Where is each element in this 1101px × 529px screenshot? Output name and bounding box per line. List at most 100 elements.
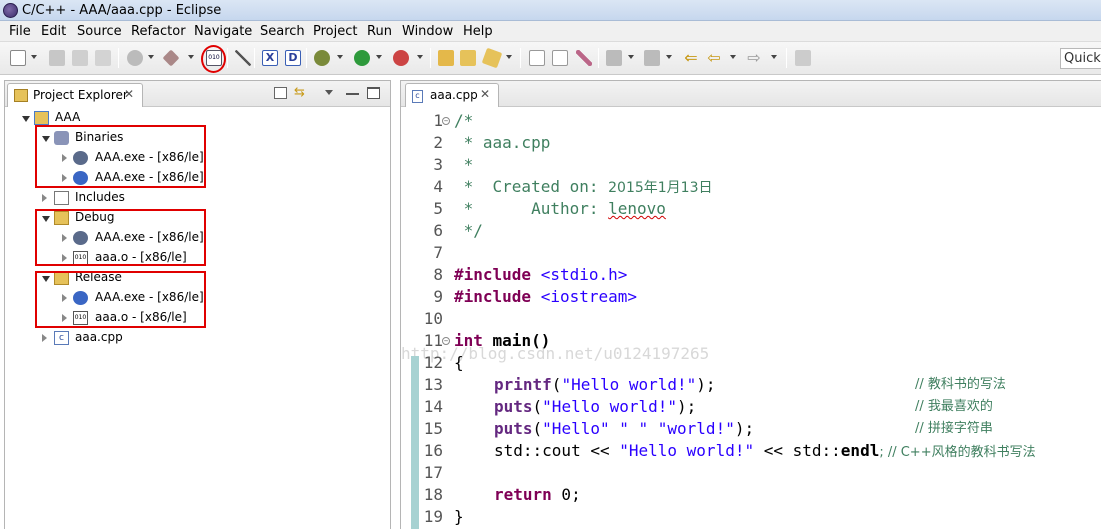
chevron-down-icon[interactable] (666, 55, 672, 59)
back-arrow-icon[interactable]: ⇦ (706, 50, 722, 66)
view-menu-icon[interactable] (325, 90, 333, 95)
collapse-all-icon[interactable] (274, 87, 287, 99)
cpp-file-icon: c (412, 90, 423, 103)
open-folder-icon[interactable] (438, 50, 454, 66)
chevron-down-icon[interactable] (337, 55, 343, 59)
code-line: #include <stdio.h> (454, 264, 627, 286)
line-number: 4 (433, 177, 443, 196)
debug-bug-icon[interactable] (314, 50, 330, 66)
toggle-mark-icon[interactable] (529, 50, 545, 66)
chevron-down-icon[interactable] (628, 55, 634, 59)
tab-project-explorer[interactable]: Project Explorer ✕ (7, 83, 143, 107)
code-line: /* (454, 111, 474, 130)
code-line: puts("Hello world!"); (494, 396, 696, 418)
fold-collapse-icon[interactable]: − (442, 337, 450, 345)
chevron-down-icon[interactable] (771, 55, 777, 59)
prev-annotation-icon[interactable] (644, 50, 660, 66)
code-string: "Hello" " " "world!" (542, 419, 735, 438)
minimize-icon[interactable] (346, 87, 359, 95)
collapse-arrow-icon[interactable] (42, 334, 47, 342)
project-tree: AAA Binaries AAA.exe - [x86/le] AAA.exe … (5, 107, 390, 529)
dtd-file-icon[interactable]: D (285, 50, 301, 66)
line-number: 9 (433, 287, 443, 306)
eclipse-window: C/C++ - AAA/aaa.cpp - Eclipse File Edit … (0, 0, 1101, 529)
code-editor[interactable]: http://blog.csdn.net/u0124197265 1 2 3 4… (401, 108, 1101, 529)
last-edit-icon[interactable]: ⇐ (683, 50, 699, 66)
chevron-down-icon[interactable] (148, 55, 154, 59)
save-all-icon[interactable] (72, 50, 88, 66)
menu-window[interactable]: Window (402, 24, 453, 39)
line-number: 17 (423, 463, 443, 482)
tab-aaa-cpp[interactable]: c aaa.cpp ✕ (405, 83, 499, 107)
chevron-down-icon[interactable] (31, 55, 37, 59)
save-icon[interactable] (49, 50, 65, 66)
menu-search[interactable]: Search (260, 24, 305, 39)
line-number: 18 (423, 485, 443, 504)
line-number: 6 (433, 221, 443, 240)
run-play-icon[interactable] (354, 50, 370, 66)
pin-editor-icon[interactable] (795, 50, 811, 66)
toolbar-separator (306, 48, 307, 68)
collapse-arrow-icon[interactable] (42, 194, 47, 202)
code-stream: << std:: (754, 441, 841, 460)
toggle-block-icon[interactable] (552, 50, 568, 66)
main-toolbar: 010 X D ⇐ ⇦ ⇨ (0, 42, 1101, 75)
tree-item-label: aaa.cpp (75, 330, 123, 344)
code-include-path: <iostream> (531, 287, 638, 306)
next-annotation-icon[interactable] (606, 50, 622, 66)
code-keyword: return (494, 485, 552, 504)
print-icon[interactable] (95, 50, 111, 66)
external-tools-icon[interactable] (393, 50, 409, 66)
menu-project[interactable]: Project (313, 24, 357, 39)
menu-file[interactable]: File (9, 24, 31, 39)
tree-item-label: AAA (55, 110, 81, 124)
code-keyword: #include (454, 265, 532, 284)
skip-breakpoints-icon[interactable] (235, 50, 251, 66)
new-icon[interactable] (10, 50, 26, 66)
toolbar-separator (430, 48, 431, 68)
code-punct: ); (696, 375, 716, 394)
menu-refactor[interactable]: Refactor (131, 24, 186, 39)
hammer-icon[interactable] (162, 49, 180, 67)
tree-item-source-file[interactable]: c aaa.cpp (5, 328, 390, 348)
forward-arrow-icon[interactable]: ⇨ (746, 50, 762, 66)
code-punct: ( (532, 419, 543, 438)
menu-edit[interactable]: Edit (41, 24, 66, 39)
line-number: 10 (423, 309, 443, 328)
menu-source[interactable]: Source (77, 24, 122, 39)
expand-arrow-icon[interactable] (22, 116, 30, 122)
chevron-down-icon[interactable] (730, 55, 736, 59)
code-stream: std::cout << (494, 441, 620, 460)
xml-file-icon[interactable]: X (262, 50, 278, 66)
line-number: 14 (423, 397, 443, 416)
code-keyword: #include (454, 287, 532, 306)
code-line: * Created on: 2015年1月13日 (454, 176, 713, 198)
open-type-icon[interactable] (460, 50, 476, 66)
fold-collapse-icon[interactable]: − (442, 117, 450, 125)
code-string: "Hello world!" (542, 397, 678, 416)
chevron-down-icon[interactable] (376, 55, 382, 59)
pencil-icon[interactable] (576, 50, 592, 66)
line-number: 1 (433, 111, 443, 130)
maximize-icon[interactable] (367, 87, 380, 99)
quick-access-input[interactable]: Quick A (1060, 48, 1101, 69)
menu-help[interactable]: Help (463, 24, 493, 39)
link-editor-icon[interactable]: ⇆ (294, 86, 307, 99)
code-comment: // 我最喜欢的 (915, 399, 993, 414)
menu-navigate[interactable]: Navigate (194, 24, 252, 39)
chevron-down-icon[interactable] (188, 55, 194, 59)
project-explorer-tabbar: Project Explorer ✕ ⇆ (5, 81, 390, 107)
menu-run[interactable]: Run (367, 24, 392, 39)
close-icon[interactable]: ✕ (480, 87, 490, 101)
chevron-down-icon[interactable] (506, 55, 512, 59)
code-comment: ; // C++风格的教科书写法 (879, 445, 1036, 460)
toolbar-separator (227, 48, 228, 68)
tree-item-includes[interactable]: Includes (5, 188, 390, 208)
eclipse-icon (3, 3, 18, 18)
search-wand-icon[interactable] (481, 47, 503, 69)
line-number: 12 (423, 353, 443, 372)
includes-icon (54, 191, 69, 205)
close-icon[interactable]: ✕ (124, 87, 134, 101)
gear-icon[interactable] (127, 50, 143, 66)
chevron-down-icon[interactable] (417, 55, 423, 59)
